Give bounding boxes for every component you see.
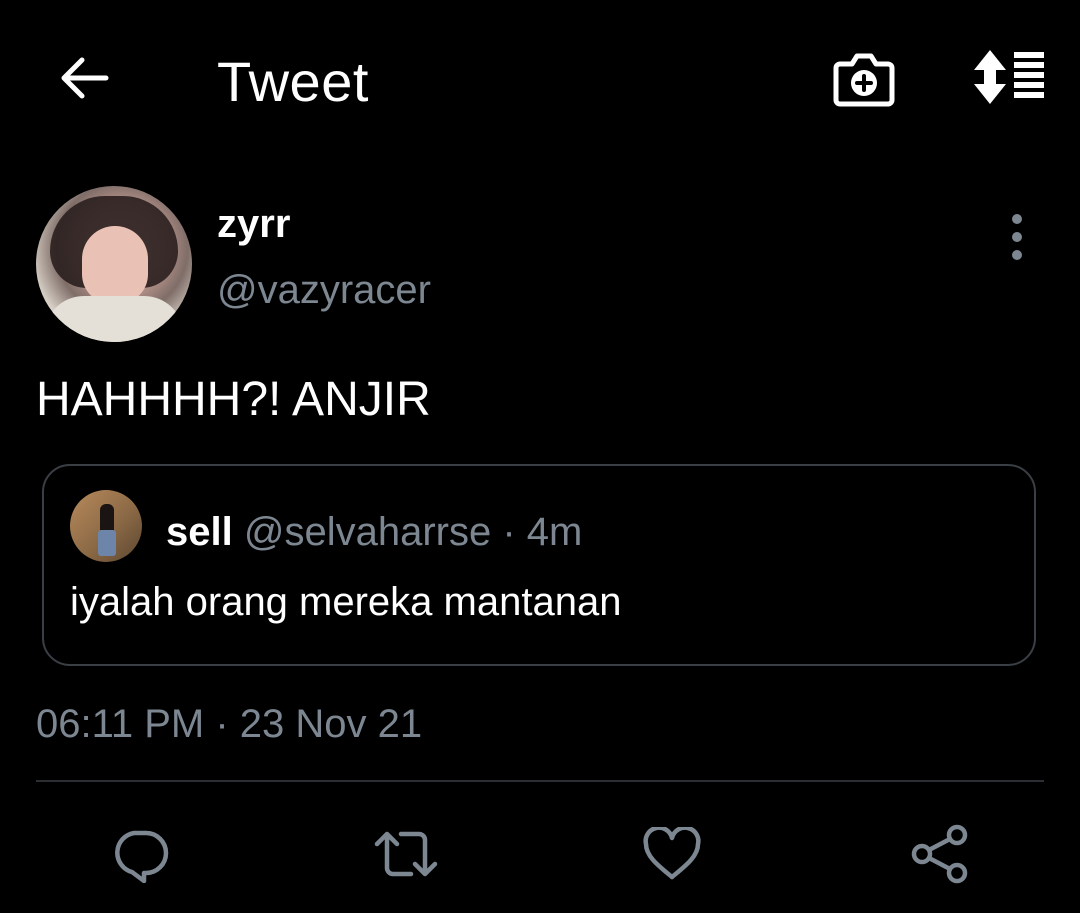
author-name[interactable]: zyrr: [217, 200, 290, 248]
quoted-author-handle: @selvaharrse: [243, 510, 492, 554]
retweet-icon: [374, 831, 438, 877]
quoted-separator: ·: [502, 510, 516, 554]
like-button[interactable]: [636, 820, 708, 888]
reply-icon: [115, 830, 169, 883]
back-button[interactable]: [52, 50, 116, 106]
more-dot-icon: [1012, 232, 1022, 242]
reply-button[interactable]: [104, 820, 176, 888]
retweet-button[interactable]: [370, 820, 442, 888]
quoted-author-avatar: [70, 490, 142, 562]
tweet-text: HAHHHH?! ANJIR: [36, 373, 431, 426]
add-photo-button[interactable]: [830, 46, 898, 112]
sort-button[interactable]: [966, 46, 1050, 108]
quoted-tweet-card[interactable]: sell @selvaharrse · 4m iyalah orang mere…: [42, 464, 1036, 666]
tweet-timestamp: 06:11 PM · 23 Nov 21: [36, 702, 423, 746]
more-dot-icon: [1012, 250, 1022, 260]
add-photo-icon: [833, 53, 895, 107]
page-title: Tweet: [217, 50, 369, 113]
quoted-time: 4m: [526, 510, 583, 554]
more-options-button[interactable]: [1004, 214, 1030, 260]
sort-lines-icon: [974, 50, 1044, 104]
share-icon: [911, 824, 968, 884]
more-dot-icon: [1012, 214, 1022, 224]
share-button[interactable]: [904, 820, 976, 888]
quoted-tweet-text: iyalah orang mereka mantanan: [70, 580, 622, 624]
author-handle[interactable]: @vazyracer: [217, 266, 431, 314]
quoted-author-line: sell @selvaharrse · 4m: [166, 508, 582, 556]
divider: [36, 780, 1044, 782]
like-icon: [643, 827, 701, 880]
quoted-author-name: sell: [166, 510, 233, 554]
back-arrow-icon: [61, 57, 109, 99]
author-avatar[interactable]: [36, 186, 192, 342]
